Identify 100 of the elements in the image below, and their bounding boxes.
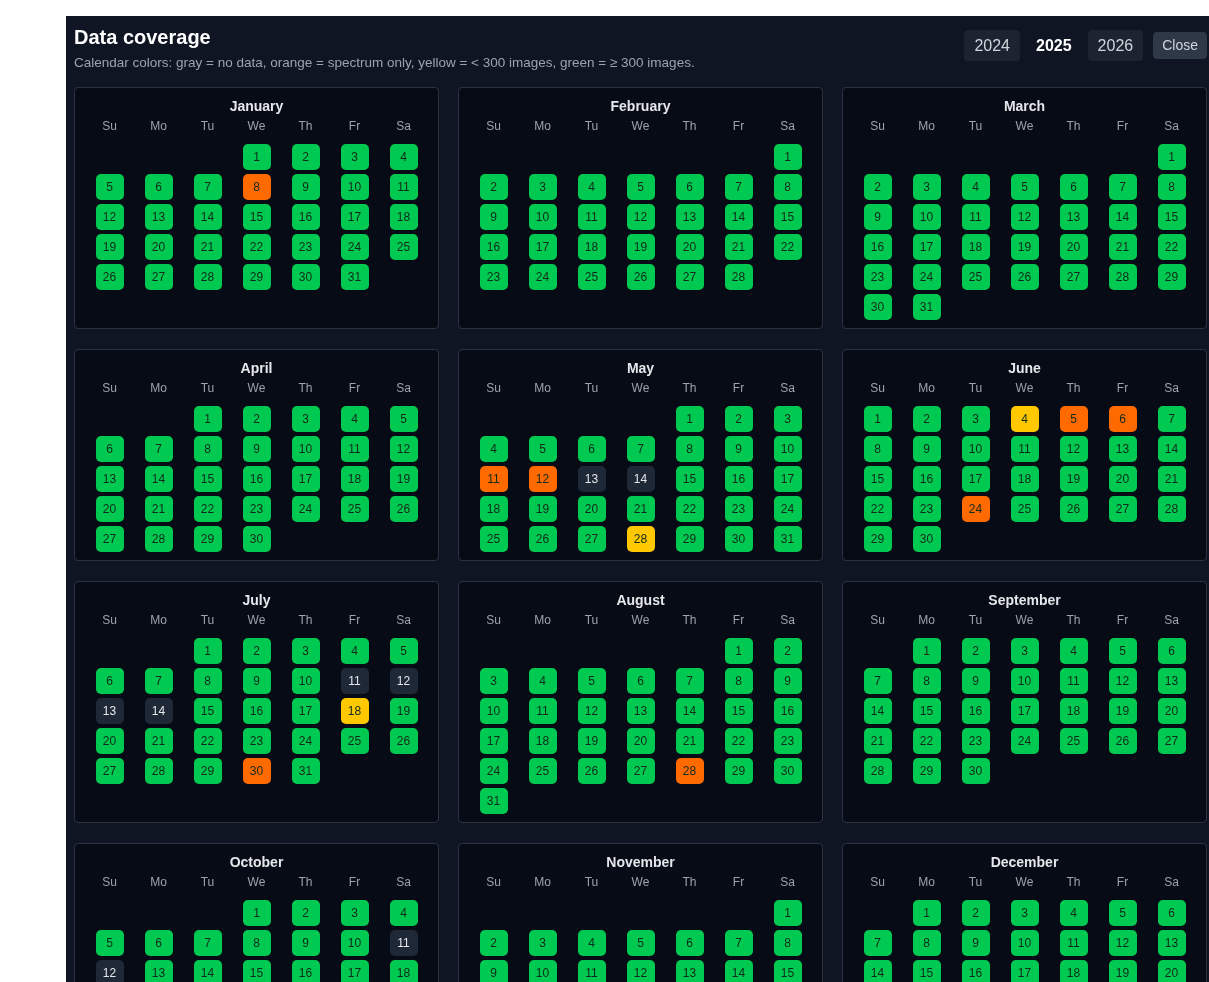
day-cell[interactable]: 16: [242, 698, 271, 724]
day-cell[interactable]: 12: [1010, 204, 1039, 230]
day-cell[interactable]: 15: [242, 960, 271, 982]
day-cell[interactable]: 11: [389, 930, 418, 956]
day-cell[interactable]: 3: [291, 638, 320, 664]
day-cell[interactable]: 12: [1108, 668, 1137, 694]
day-cell[interactable]: 28: [144, 758, 173, 784]
day-cell[interactable]: 12: [389, 668, 418, 694]
day-cell[interactable]: 6: [144, 930, 173, 956]
day-cell[interactable]: 4: [1010, 406, 1039, 432]
day-cell[interactable]: 27: [144, 264, 173, 290]
day-cell[interactable]: 17: [291, 698, 320, 724]
day-cell[interactable]: 9: [961, 668, 990, 694]
day-cell[interactable]: 14: [863, 960, 892, 982]
day-cell[interactable]: 6: [577, 436, 606, 462]
day-cell[interactable]: 17: [340, 204, 369, 230]
day-cell[interactable]: 28: [144, 526, 173, 552]
day-cell[interactable]: 24: [1010, 728, 1039, 754]
day-cell[interactable]: 20: [1059, 234, 1088, 260]
day-cell[interactable]: 5: [1059, 406, 1088, 432]
day-cell[interactable]: 28: [1157, 496, 1186, 522]
day-cell[interactable]: 11: [479, 466, 508, 492]
day-cell[interactable]: 12: [95, 204, 124, 230]
day-cell[interactable]: 1: [1157, 144, 1186, 170]
day-cell[interactable]: 15: [724, 698, 753, 724]
day-cell[interactable]: 1: [773, 900, 802, 926]
day-cell[interactable]: 8: [193, 668, 222, 694]
day-cell[interactable]: 4: [479, 436, 508, 462]
day-cell[interactable]: 20: [95, 728, 124, 754]
day-cell[interactable]: 14: [193, 204, 222, 230]
day-cell[interactable]: 5: [528, 436, 557, 462]
day-cell[interactable]: 20: [1157, 698, 1186, 724]
day-cell[interactable]: 22: [863, 496, 892, 522]
day-cell[interactable]: 2: [912, 406, 941, 432]
day-cell[interactable]: 26: [528, 526, 557, 552]
day-cell[interactable]: 8: [912, 930, 941, 956]
day-cell[interactable]: 5: [389, 638, 418, 664]
day-cell[interactable]: 21: [193, 234, 222, 260]
day-cell[interactable]: 7: [1157, 406, 1186, 432]
day-cell[interactable]: 14: [724, 960, 753, 982]
day-cell[interactable]: 27: [675, 264, 704, 290]
day-cell[interactable]: 3: [961, 406, 990, 432]
day-cell[interactable]: 3: [912, 174, 941, 200]
day-cell[interactable]: 20: [1157, 960, 1186, 982]
day-cell[interactable]: 3: [291, 406, 320, 432]
day-cell[interactable]: 5: [95, 174, 124, 200]
day-cell[interactable]: 2: [242, 406, 271, 432]
day-cell[interactable]: 14: [724, 204, 753, 230]
day-cell[interactable]: 27: [95, 526, 124, 552]
day-cell[interactable]: 7: [626, 436, 655, 462]
day-cell[interactable]: 21: [1108, 234, 1137, 260]
day-cell[interactable]: 3: [1010, 900, 1039, 926]
day-cell[interactable]: 8: [773, 174, 802, 200]
day-cell[interactable]: 22: [242, 234, 271, 260]
day-cell[interactable]: 13: [1157, 668, 1186, 694]
day-cell[interactable]: 10: [528, 204, 557, 230]
day-cell[interactable]: 14: [626, 466, 655, 492]
day-cell[interactable]: 16: [242, 466, 271, 492]
day-cell[interactable]: 28: [675, 758, 704, 784]
day-cell[interactable]: 7: [144, 668, 173, 694]
day-cell[interactable]: 1: [773, 144, 802, 170]
day-cell[interactable]: 25: [577, 264, 606, 290]
day-cell[interactable]: 30: [242, 758, 271, 784]
day-cell[interactable]: 21: [1157, 466, 1186, 492]
day-cell[interactable]: 17: [1010, 698, 1039, 724]
day-cell[interactable]: 29: [863, 526, 892, 552]
day-cell[interactable]: 17: [961, 466, 990, 492]
day-cell[interactable]: 9: [291, 930, 320, 956]
day-cell[interactable]: 4: [961, 174, 990, 200]
day-cell[interactable]: 8: [193, 436, 222, 462]
day-cell[interactable]: 13: [626, 698, 655, 724]
day-cell[interactable]: 8: [912, 668, 941, 694]
day-cell[interactable]: 23: [912, 496, 941, 522]
day-cell[interactable]: 11: [961, 204, 990, 230]
day-cell[interactable]: 11: [1010, 436, 1039, 462]
day-cell[interactable]: 21: [863, 728, 892, 754]
day-cell[interactable]: 7: [193, 174, 222, 200]
day-cell[interactable]: 29: [675, 526, 704, 552]
day-cell[interactable]: 16: [291, 204, 320, 230]
day-cell[interactable]: 17: [479, 728, 508, 754]
day-cell[interactable]: 21: [724, 234, 753, 260]
day-cell[interactable]: 13: [95, 698, 124, 724]
day-cell[interactable]: 6: [1108, 406, 1137, 432]
day-cell[interactable]: 11: [340, 668, 369, 694]
day-cell[interactable]: 28: [1108, 264, 1137, 290]
day-cell[interactable]: 1: [912, 900, 941, 926]
day-cell[interactable]: 22: [773, 234, 802, 260]
day-cell[interactable]: 6: [95, 668, 124, 694]
day-cell[interactable]: 18: [1059, 698, 1088, 724]
day-cell[interactable]: 31: [340, 264, 369, 290]
day-cell[interactable]: 4: [340, 638, 369, 664]
day-cell[interactable]: 13: [675, 204, 704, 230]
day-cell[interactable]: 19: [1010, 234, 1039, 260]
day-cell[interactable]: 2: [773, 638, 802, 664]
day-cell[interactable]: 28: [193, 264, 222, 290]
day-cell[interactable]: 26: [389, 496, 418, 522]
day-cell[interactable]: 6: [626, 668, 655, 694]
day-cell[interactable]: 3: [773, 406, 802, 432]
day-cell[interactable]: 14: [1108, 204, 1137, 230]
day-cell[interactable]: 22: [724, 728, 753, 754]
